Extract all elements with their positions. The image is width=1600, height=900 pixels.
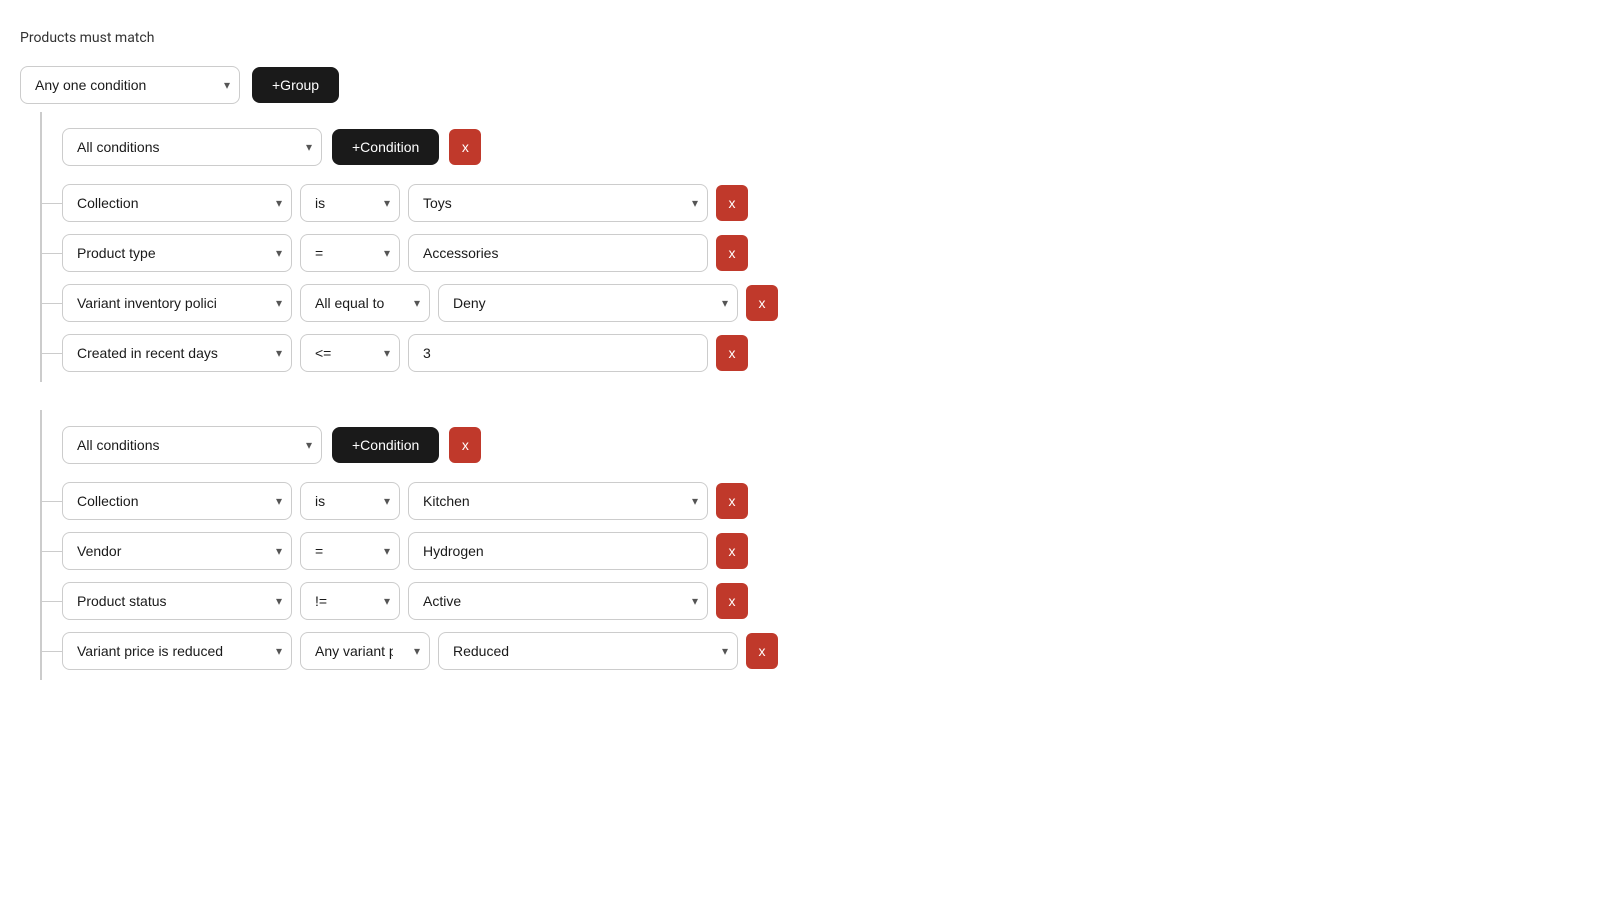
group-1-condition-3-remove-button[interactable]: x bbox=[746, 285, 778, 321]
group-2-condition-2: Vendor▾=▾ x bbox=[42, 526, 1580, 576]
add-group-button[interactable]: +Group bbox=[252, 67, 339, 103]
group-2-remove-button[interactable]: x bbox=[449, 427, 481, 463]
group-1-condition-2-field-select[interactable]: Product type bbox=[62, 234, 292, 272]
top-row: Any one condition All conditions ▾ +Grou… bbox=[20, 66, 1580, 104]
group-1-condition-2-field-wrapper: Product type▾ bbox=[62, 234, 292, 272]
groups-container: All conditionsAny one condition▾ +Conditi… bbox=[20, 112, 1580, 680]
group-2-condition-3-value-wrapper: Active▾ bbox=[408, 582, 708, 620]
group-2-condition-4-remove-button[interactable]: x bbox=[746, 633, 778, 669]
group-1-condition-4-operator-wrapper: <=▾ bbox=[300, 334, 400, 372]
condition-tick-line bbox=[42, 501, 62, 502]
condition-tick-line bbox=[42, 551, 62, 552]
group-2-match-wrapper: All conditionsAny one condition▾ bbox=[62, 426, 322, 464]
group-1-condition-3: Variant inventory polici▾All equal to▾De… bbox=[42, 278, 1580, 328]
group-1-condition-4-operator-select[interactable]: <= bbox=[300, 334, 400, 372]
group-1-condition-1: Collection▾is▾Toys▾x bbox=[42, 178, 1580, 228]
group-2-condition-4: Variant price is reduced▾Any variant pri… bbox=[42, 626, 1580, 676]
group-1-condition-3-field-wrapper: Variant inventory polici▾ bbox=[62, 284, 292, 322]
group-1-condition-1-operator-wrapper: is▾ bbox=[300, 184, 400, 222]
group-1-remove-button[interactable]: x bbox=[449, 129, 481, 165]
group-1-condition-4-remove-button[interactable]: x bbox=[716, 335, 748, 371]
group-2-condition-3-remove-button[interactable]: x bbox=[716, 583, 748, 619]
group-2-condition-3-operator-wrapper: !=▾ bbox=[300, 582, 400, 620]
group-2-condition-1-remove-button[interactable]: x bbox=[716, 483, 748, 519]
group-1-condition-4-field-select[interactable]: Created in recent days bbox=[62, 334, 292, 372]
group-2-condition-3-field-wrapper: Product status▾ bbox=[62, 582, 292, 620]
group-2-condition-3-value-select[interactable]: Active bbox=[408, 582, 708, 620]
condition-tick-line bbox=[42, 253, 62, 254]
group-2-match-select[interactable]: All conditionsAny one condition bbox=[62, 426, 322, 464]
group-2-condition-3-field-select[interactable]: Product status bbox=[62, 582, 292, 620]
group-2-condition-4-field-select[interactable]: Variant price is reduced bbox=[62, 632, 292, 670]
group-1-condition-4: Created in recent days▾<=▾ x bbox=[42, 328, 1580, 378]
group-1-condition-3-operator-wrapper: All equal to▾ bbox=[300, 284, 430, 322]
page-title: Products must match bbox=[20, 30, 1580, 46]
group-1-condition-1-field-select[interactable]: Collection bbox=[62, 184, 292, 222]
match-condition-wrapper: Any one condition All conditions ▾ bbox=[20, 66, 240, 104]
match-condition-select[interactable]: Any one condition All conditions bbox=[20, 66, 240, 104]
group-2-add-condition-button[interactable]: +Condition bbox=[332, 427, 439, 463]
group-1-condition-2: Product type▾=▾ x bbox=[42, 228, 1580, 278]
group-1-add-condition-button[interactable]: +Condition bbox=[332, 129, 439, 165]
group-2-condition-2-operator-wrapper: =▾ bbox=[300, 532, 400, 570]
condition-tick-line bbox=[42, 601, 62, 602]
group-2-header: All conditionsAny one condition▾ +Conditi… bbox=[42, 414, 1580, 476]
group-2-condition-4-value-wrapper: Reduced▾ bbox=[438, 632, 738, 670]
group-2-condition-2-field-select[interactable]: Vendor bbox=[62, 532, 292, 570]
group-2-condition-2-operator-select[interactable]: = bbox=[300, 532, 400, 570]
group-1-condition-2-remove-button[interactable]: x bbox=[716, 235, 748, 271]
group-1-condition-3-value-select[interactable]: Deny bbox=[438, 284, 738, 322]
group-2-condition-1-field-select[interactable]: Collection bbox=[62, 482, 292, 520]
group-2-condition-3: Product status▾!=▾Active▾x bbox=[42, 576, 1580, 626]
group-1-condition-3-field-select[interactable]: Variant inventory polici bbox=[62, 284, 292, 322]
group-1-condition-3-operator-select[interactable]: All equal to bbox=[300, 284, 430, 322]
group-2: All conditionsAny one condition▾ +Conditi… bbox=[40, 410, 1580, 680]
group-2-condition-3-operator-select[interactable]: != bbox=[300, 582, 400, 620]
group-1: All conditionsAny one condition▾ +Conditi… bbox=[40, 112, 1580, 382]
group-2-condition-2-remove-button[interactable]: x bbox=[716, 533, 748, 569]
group-1-condition-3-value-wrapper: Deny▾ bbox=[438, 284, 738, 322]
group-2-condition-4-field-wrapper: Variant price is reduced▾ bbox=[62, 632, 292, 670]
group-1-condition-1-value-select[interactable]: Toys bbox=[408, 184, 708, 222]
group-2-condition-1-operator-select[interactable]: is bbox=[300, 482, 400, 520]
group-1-condition-1-field-wrapper: Collection▾ bbox=[62, 184, 292, 222]
group-1-condition-2-operator-wrapper: =▾ bbox=[300, 234, 400, 272]
group-2-condition-1-field-wrapper: Collection▾ bbox=[62, 482, 292, 520]
group-2-condition-4-operator-wrapper: Any variant price is▾ bbox=[300, 632, 430, 670]
condition-tick-line bbox=[42, 651, 62, 652]
group-1-match-wrapper: All conditionsAny one condition▾ bbox=[62, 128, 322, 166]
group-2-condition-4-value-select[interactable]: Reduced bbox=[438, 632, 738, 670]
group-2-condition-1-operator-wrapper: is▾ bbox=[300, 482, 400, 520]
condition-tick-line bbox=[42, 303, 62, 304]
group-2-condition-2-value-input[interactable] bbox=[408, 532, 708, 570]
group-1-condition-2-operator-select[interactable]: = bbox=[300, 234, 400, 272]
condition-tick-line bbox=[42, 353, 62, 354]
condition-tick-line bbox=[42, 203, 62, 204]
group-2-condition-4-operator-select[interactable]: Any variant price is bbox=[300, 632, 430, 670]
group-2-condition-1: Collection▾is▾Kitchen▾x bbox=[42, 476, 1580, 526]
group-1-condition-2-value-input[interactable] bbox=[408, 234, 708, 272]
group-1-header: All conditionsAny one condition▾ +Conditi… bbox=[42, 116, 1580, 178]
group-2-condition-1-value-wrapper: Kitchen▾ bbox=[408, 482, 708, 520]
group-1-condition-1-operator-select[interactable]: is bbox=[300, 184, 400, 222]
group-1-condition-1-value-wrapper: Toys▾ bbox=[408, 184, 708, 222]
group-1-match-select[interactable]: All conditionsAny one condition bbox=[62, 128, 322, 166]
group-1-condition-1-remove-button[interactable]: x bbox=[716, 185, 748, 221]
group-2-condition-2-field-wrapper: Vendor▾ bbox=[62, 532, 292, 570]
group-1-condition-4-value-input[interactable] bbox=[408, 334, 708, 372]
group-2-condition-1-value-select[interactable]: Kitchen bbox=[408, 482, 708, 520]
group-1-condition-4-field-wrapper: Created in recent days▾ bbox=[62, 334, 292, 372]
